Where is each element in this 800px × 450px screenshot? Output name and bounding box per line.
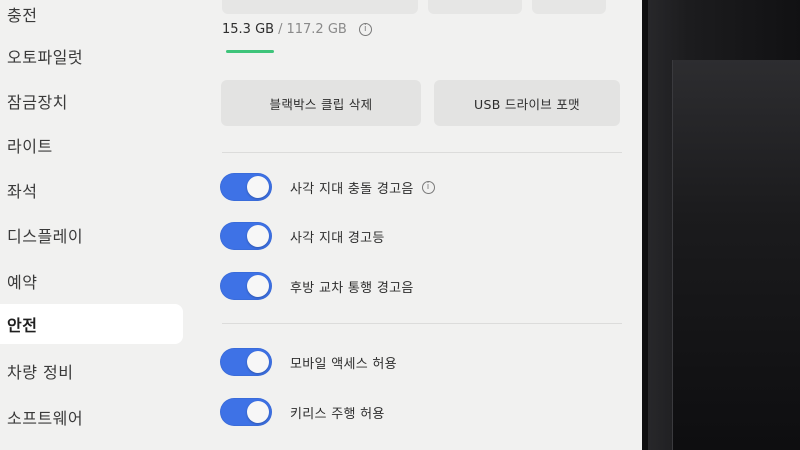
settings-screen: 충전 오토파일럿 잠금장치 라이트 좌석 디스플레이 예약 안전 차량 정비 소…: [0, 0, 648, 450]
sidebar-item-display[interactable]: 디스플레이: [0, 215, 183, 255]
toggle-knob: [247, 275, 269, 297]
toggle-row-keyless-driving: 키리스 주행 허용: [220, 397, 385, 427]
top-button-right[interactable]: [532, 0, 606, 14]
keyless-driving-label: 키리스 주행 허용: [290, 406, 385, 422]
toggle-row-blindspot-chime: 사각 지대 충돌 경고음 i: [220, 172, 435, 202]
toggle-knob: [247, 176, 269, 198]
dashboard-trim: [672, 60, 800, 450]
storage-usage: 15.3 GB / 117.2 GB i: [222, 22, 372, 37]
sidebar-item-charging[interactable]: 충전: [0, 0, 183, 34]
top-button-left[interactable]: [222, 0, 418, 14]
toggle-row-blindspot-light: 사각 지대 경고등: [220, 221, 385, 251]
mobile-access-toggle[interactable]: [220, 348, 272, 376]
settings-sidebar: 충전 오토파일럿 잠금장치 라이트 좌석 디스플레이 예약 안전 차량 정비 소…: [0, 0, 190, 450]
section-divider: [222, 152, 622, 153]
storage-progress-bar: [226, 50, 274, 53]
blindspot-light-toggle[interactable]: [220, 222, 272, 250]
blindspot-chime-toggle[interactable]: [220, 173, 272, 201]
sidebar-item-service[interactable]: 차량 정비: [0, 351, 183, 391]
sidebar-item-software[interactable]: 소프트웨어: [0, 397, 183, 437]
keyless-driving-toggle[interactable]: [220, 398, 272, 426]
delete-dashcam-clips-button[interactable]: 블랙박스 클립 삭제: [221, 80, 421, 126]
mobile-access-label: 모바일 액세스 허용: [290, 356, 397, 372]
format-usb-button[interactable]: USB 드라이브 포맷: [434, 80, 620, 126]
rear-cross-traffic-label: 후방 교차 통행 경고음: [290, 280, 414, 296]
sidebar-item-seats[interactable]: 좌석: [0, 170, 183, 210]
blindspot-chime-label: 사각 지대 충돌 경고음: [290, 181, 414, 197]
storage-separator: /: [278, 22, 283, 37]
sidebar-item-locks[interactable]: 잠금장치: [0, 81, 183, 121]
toggle-knob: [247, 225, 269, 247]
blindspot-light-label: 사각 지대 경고등: [290, 230, 385, 246]
section-divider: [222, 323, 622, 324]
info-icon[interactable]: i: [358, 23, 372, 36]
toggle-label: 사각 지대 충돌 경고음 i: [290, 178, 435, 197]
sidebar-item-safety[interactable]: 안전: [0, 304, 183, 344]
sidebar-item-autopilot[interactable]: 오토파일럿: [0, 36, 183, 76]
info-icon[interactable]: i: [421, 180, 435, 194]
sidebar-item-schedule[interactable]: 예약: [0, 261, 183, 301]
rear-cross-traffic-toggle[interactable]: [220, 272, 272, 300]
top-button-middle[interactable]: [428, 0, 522, 14]
toggle-knob: [247, 351, 269, 373]
storage-used: 15.3 GB: [222, 22, 275, 37]
toggle-knob: [247, 401, 269, 423]
sidebar-item-lights[interactable]: 라이트: [0, 125, 183, 165]
storage-total: 117.2 GB: [286, 22, 347, 37]
toggle-row-mobile-access: 모바일 액세스 허용: [220, 347, 397, 377]
toggle-row-rear-cross-traffic: 후방 교차 통행 경고음: [220, 271, 414, 301]
